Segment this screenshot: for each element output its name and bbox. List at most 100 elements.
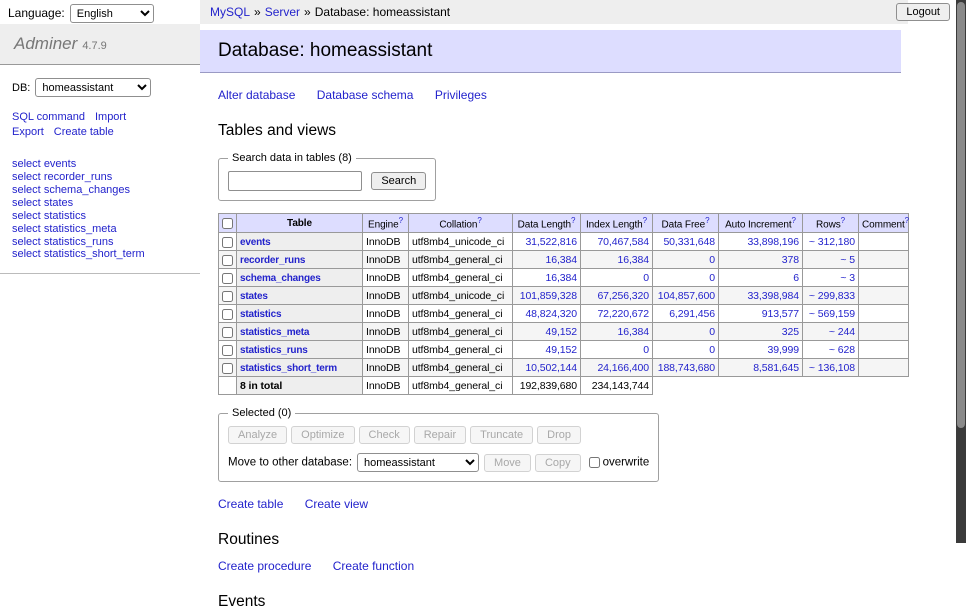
table-name-link[interactable]: statistics_runs [44,236,114,248]
table-name-link[interactable]: statistics_meta [44,223,117,235]
auto-increment-link[interactable]: 6 [793,272,799,284]
index-length-link[interactable]: 72,220,672 [597,308,649,320]
rows-link[interactable]: ~ 569,159 [809,308,855,320]
rows-link[interactable]: ~ 299,833 [809,290,855,302]
rows-link[interactable]: ~ 628 [829,344,855,356]
table-select-link[interactable]: select [12,248,41,260]
auto-increment-link[interactable]: 33,898,196 [747,236,799,248]
export-link[interactable]: Export [12,126,44,138]
auto-increment-link[interactable]: 325 [782,326,799,338]
table-name-link[interactable]: schema_changes [44,184,130,196]
select-all-checkbox[interactable] [222,218,233,229]
table-select-link[interactable]: select [12,223,41,235]
table-select-link[interactable]: select [12,236,41,248]
data-free-link[interactable]: 0 [709,326,715,338]
auto-increment-link[interactable]: 39,999 [767,344,799,356]
scrollbar[interactable] [956,0,966,543]
logout-button[interactable]: Logout [896,3,950,21]
data-length-link[interactable]: 49,152 [545,344,577,356]
data-free-link[interactable]: 188,743,680 [658,362,715,374]
data-free-link[interactable]: 0 [709,272,715,284]
index-length-link[interactable]: 0 [643,344,649,356]
row-checkbox[interactable] [222,273,233,284]
sql-command-link[interactable]: SQL command [12,111,85,123]
table-name-link[interactable]: statistics [44,210,86,222]
table-name-link[interactable]: events [240,237,271,248]
language-select[interactable]: English [70,4,154,23]
data-length-link[interactable]: 10,502,144 [525,362,577,374]
help-link[interactable]: ? [477,216,481,225]
rows-link[interactable]: ~ 5 [840,254,855,266]
help-link[interactable]: ? [705,216,709,225]
data-length-link[interactable]: 16,384 [545,254,577,266]
analyze-button[interactable]: Analyze [228,426,287,444]
breadcrumb-link-mysql[interactable]: MySQL [210,5,250,19]
index-length-link[interactable]: 16,384 [617,326,649,338]
index-length-link[interactable]: 24,166,400 [597,362,649,374]
table-select-link[interactable]: select [12,171,41,183]
data-length-link[interactable]: 16,384 [545,272,577,284]
help-link[interactable]: ? [792,216,796,225]
create-table-link[interactable]: Create table [54,126,114,138]
table-name-link[interactable]: statistics_short_term [240,363,337,374]
table-select-link[interactable]: select [12,210,41,222]
help-link[interactable]: ? [399,216,403,225]
table-name-link[interactable]: statistics_meta [240,327,309,338]
copy-button[interactable]: Copy [535,454,581,472]
app-name[interactable]: Adminer [14,34,77,53]
row-checkbox[interactable] [222,237,233,248]
table-name-link[interactable]: statistics_short_term [44,248,145,260]
auto-increment-link[interactable]: 33,398,984 [747,290,799,302]
privileges-link[interactable]: Privileges [435,88,487,102]
auto-increment-link[interactable]: 8,581,645 [753,362,799,374]
table-select-link[interactable]: select [12,197,41,209]
breadcrumb-link-server[interactable]: Server [265,5,300,19]
move-button[interactable]: Move [484,454,531,472]
truncate-button[interactable]: Truncate [470,426,533,444]
data-length-link[interactable]: 101,859,328 [520,290,577,302]
alter-database-link[interactable]: Alter database [218,88,295,102]
data-free-link[interactable]: 0 [709,254,715,266]
database-schema-link[interactable]: Database schema [317,88,414,102]
import-link[interactable]: Import [95,111,126,123]
overwrite-checkbox[interactable] [589,457,600,468]
table-select-link[interactable]: select [12,184,41,196]
search-input[interactable] [228,171,362,191]
auto-increment-link[interactable]: 378 [782,254,799,266]
row-checkbox[interactable] [222,345,233,356]
check-button[interactable]: Check [359,426,410,444]
create-function-link[interactable]: Create function [333,559,414,573]
table-name-link[interactable]: states [44,197,73,209]
table-select-link[interactable]: select [12,158,41,170]
table-name-link[interactable]: recorder_runs [44,171,112,183]
rows-link[interactable]: ~ 244 [829,326,855,338]
repair-button[interactable]: Repair [414,426,466,444]
index-length-link[interactable]: 16,384 [617,254,649,266]
create-procedure-link[interactable]: Create procedure [218,559,311,573]
auto-increment-link[interactable]: 913,577 [762,308,799,320]
drop-button[interactable]: Drop [537,426,581,444]
row-checkbox[interactable] [222,327,233,338]
data-free-link[interactable]: 6,291,456 [669,308,715,320]
data-length-link[interactable]: 48,824,320 [525,308,577,320]
data-length-link[interactable]: 49,152 [545,326,577,338]
row-checkbox[interactable] [222,291,233,302]
help-link[interactable]: ? [905,216,909,225]
index-length-link[interactable]: 0 [643,272,649,284]
rows-link[interactable]: ~ 3 [840,272,855,284]
search-button[interactable]: Search [371,172,426,190]
table-name-link[interactable]: states [240,291,268,302]
create-view-link[interactable]: Create view [305,497,368,511]
data-free-link[interactable]: 104,857,600 [658,290,715,302]
table-name-link[interactable]: schema_changes [240,273,321,284]
index-length-link[interactable]: 70,467,584 [597,236,649,248]
table-name-link[interactable]: statistics_runs [240,345,308,356]
table-name-link[interactable]: recorder_runs [240,255,305,266]
optimize-button[interactable]: Optimize [291,426,354,444]
scrollbar-thumb[interactable] [957,2,965,428]
data-length-link[interactable]: 31,522,816 [525,236,577,248]
data-free-link[interactable]: 50,331,648 [663,236,715,248]
rows-link[interactable]: ~ 312,180 [809,236,855,248]
index-length-link[interactable]: 67,256,320 [597,290,649,302]
table-name-link[interactable]: statistics [240,309,281,320]
